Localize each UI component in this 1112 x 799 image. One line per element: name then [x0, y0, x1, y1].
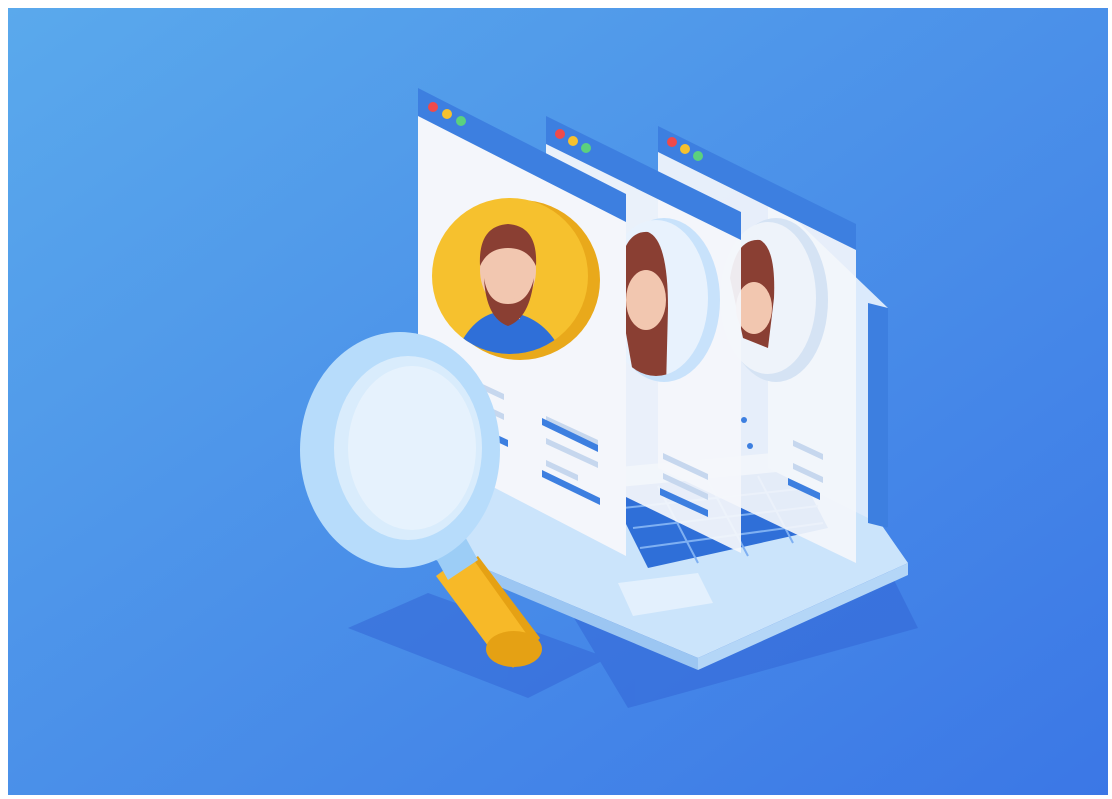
- window-dot-red: [555, 129, 565, 139]
- window-dot-yellow: [568, 136, 578, 146]
- window-dot-green: [581, 143, 591, 153]
- window-dot-red: [667, 137, 677, 147]
- illustration-frame: [8, 8, 1108, 795]
- window-dot-yellow: [442, 109, 452, 119]
- window-dot-green: [456, 116, 466, 126]
- window-dot-green: [693, 151, 703, 161]
- recruitment-illustration: [8, 8, 1108, 795]
- window-dot-yellow: [680, 144, 690, 154]
- window-dot-red: [428, 102, 438, 112]
- lens-glass: [348, 366, 476, 530]
